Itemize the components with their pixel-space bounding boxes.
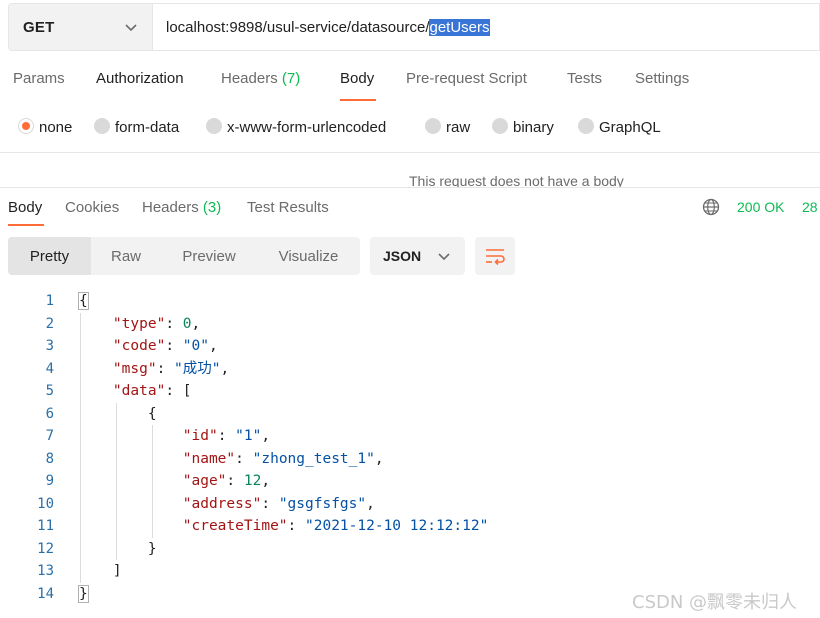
radio-none-label: none: [39, 119, 73, 136]
radio-binary[interactable]: [492, 118, 508, 134]
url-base-text: localhost:9898/usul-service/datasource/: [166, 18, 430, 36]
radio-urlencoded-label: x-www-form-urlencoded: [227, 119, 387, 136]
radio-form-data[interactable]: [94, 118, 110, 134]
code-line: {: [78, 292, 89, 310]
request-body-panel: This request does not have a body: [0, 153, 820, 187]
watermark: CSDN @飘零未归人: [632, 592, 798, 613]
radio-raw[interactable]: [425, 118, 441, 134]
radio-raw-label: raw: [446, 119, 471, 136]
response-tab-body[interactable]: Body: [8, 199, 42, 216]
line-number: 2: [45, 315, 54, 332]
line-number: 6: [45, 405, 54, 422]
code-line: }: [78, 584, 89, 603]
code-line: "type": 0,: [112, 315, 201, 332]
indent-guide: [152, 425, 153, 538]
code-line: "age": 12,: [182, 473, 271, 489]
view-visualize[interactable]: Visualize: [257, 237, 360, 275]
view-mode-toggle: Pretty Raw Preview Visualize: [8, 237, 360, 275]
indent-guide: [116, 402, 117, 560]
wrap-lines-button[interactable]: [475, 237, 515, 275]
response-tab-cookies[interactable]: Cookies: [65, 199, 119, 216]
tab-pre-request-script[interactable]: Pre-request Script: [406, 70, 527, 87]
url-input[interactable]: localhost:9898/usul-service/datasource/g…: [153, 3, 820, 51]
tab-tests[interactable]: Tests: [567, 70, 602, 87]
line-number: 1: [45, 293, 54, 309]
view-preview[interactable]: Preview: [161, 237, 257, 275]
view-raw[interactable]: Raw: [91, 237, 161, 275]
response-tab-headers-label: Headers: [142, 199, 199, 216]
view-pretty[interactable]: Pretty: [8, 237, 91, 275]
line-number: 5: [45, 383, 54, 399]
tab-headers-count: (7): [281, 70, 301, 87]
no-body-message: This request does not have a body: [409, 173, 624, 187]
tab-settings[interactable]: Settings: [635, 70, 689, 87]
line-number: 11: [37, 518, 54, 534]
tab-headers-label: Headers: [221, 70, 278, 87]
code-line: "address": "gsgfsfgs",: [182, 495, 375, 512]
response-tab-test-results[interactable]: Test Results: [247, 199, 329, 216]
request-tabs: Params Authorization Headers (7) Body Pr…: [0, 70, 820, 101]
format-select[interactable]: JSON: [370, 237, 465, 275]
response-time[interactable]: 28: [802, 199, 818, 215]
code-line: "data": [: [112, 383, 192, 399]
line-number: 3: [45, 338, 54, 354]
tab-authorization[interactable]: Authorization: [96, 70, 184, 87]
response-tab-headers[interactable]: Headers (3): [142, 199, 221, 216]
url-selected-text: getUsers: [429, 18, 490, 36]
line-number: 10: [37, 495, 54, 512]
method-label: GET: [23, 18, 55, 36]
response-body-editor[interactable]: 1 {2 "type": 0, 3 "code": "0", 4 "msg": "成功…: [0, 290, 820, 610]
code-line: }: [147, 540, 157, 557]
indent-guide: [80, 312, 81, 583]
line-number: 13: [37, 563, 54, 579]
tab-body[interactable]: Body: [340, 70, 374, 87]
code-line: "code": "0",: [112, 338, 218, 354]
line-number: 4: [45, 360, 54, 377]
radio-graphql-label: GraphQL: [599, 119, 661, 136]
tab-headers[interactable]: Headers (7): [221, 70, 300, 87]
line-number: 7: [45, 428, 54, 444]
code-line: {: [147, 405, 157, 422]
status-code[interactable]: 200 OK: [737, 199, 784, 215]
method-select[interactable]: GET: [8, 3, 153, 51]
active-tab-indicator: [340, 99, 376, 101]
body-type-options: none form-data x-www-form-urlencoded raw…: [0, 116, 820, 140]
response-active-tab-indicator: [8, 224, 44, 226]
code-line: "id": "1",: [182, 428, 271, 444]
divider: [0, 187, 820, 188]
wrap-lines-icon: [486, 249, 505, 266]
code-line: "createTime": "2021-12-10 12:12:12": [182, 518, 489, 534]
code-line: "name": "zhong_test_1",: [182, 450, 384, 467]
code-line: ]: [112, 563, 122, 579]
chevron-down-icon: [125, 24, 137, 32]
response-tab-headers-count: (3): [202, 199, 222, 216]
radio-none[interactable]: [18, 118, 34, 134]
radio-form-data-label: form-data: [115, 119, 180, 136]
line-number: 14: [37, 585, 54, 602]
radio-binary-label: binary: [513, 119, 554, 136]
line-number: 9: [45, 473, 54, 489]
globe-icon[interactable]: [702, 198, 720, 216]
line-number: 12: [37, 540, 54, 557]
tab-params[interactable]: Params: [13, 70, 65, 87]
radio-graphql[interactable]: [578, 118, 594, 134]
chevron-down-icon: [438, 253, 450, 261]
code-line: "msg": "成功",: [112, 360, 230, 377]
radio-urlencoded[interactable]: [206, 118, 222, 134]
line-number: 8: [45, 450, 54, 467]
format-label: JSON: [383, 248, 422, 264]
